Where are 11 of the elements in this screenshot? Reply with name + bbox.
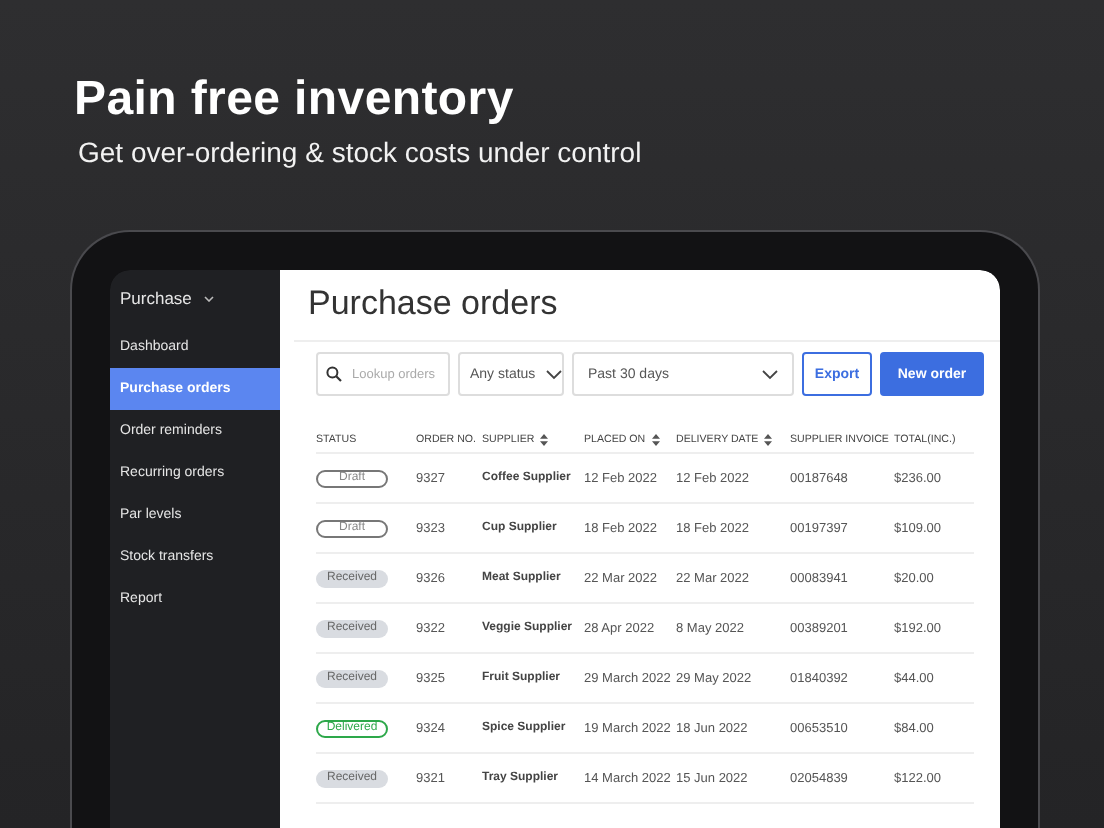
chevron-down-icon [203,295,214,301]
search-icon [326,366,342,382]
sort-icon[interactable] [540,434,549,446]
sidebar-section-title[interactable]: Purchase [120,288,192,308]
chevron-down-icon [545,369,562,379]
sort-icon[interactable] [764,434,773,446]
chevron-down-icon [762,369,778,379]
sort-icon[interactable] [651,434,660,446]
headline-subtitle: Get over-ordering & stock costs under control [78,136,644,168]
headline-title: Pain free inventory [74,72,516,128]
page-title: Purchase orders [294,270,1000,342]
